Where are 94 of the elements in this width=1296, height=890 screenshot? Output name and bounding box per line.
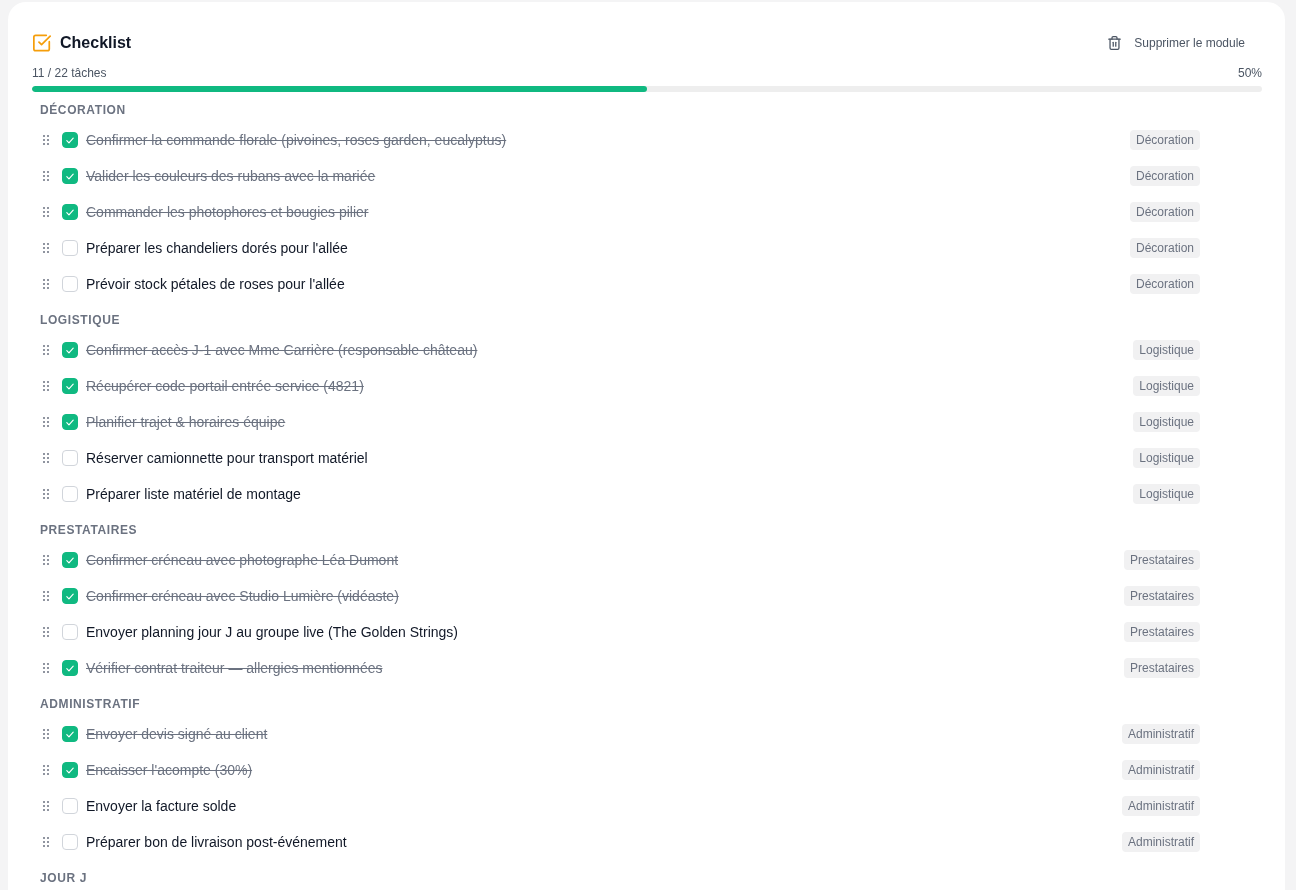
category-tag: Logistique	[1133, 412, 1200, 432]
section-heading: DÉCORATION	[39, 102, 127, 118]
category-tag: Décoration	[1129, 274, 1200, 294]
category-tag: Administratif	[1121, 760, 1200, 780]
task-checkbox[interactable]	[62, 378, 78, 394]
drag-handle-icon[interactable]	[43, 243, 49, 253]
drag-handle-icon[interactable]	[43, 135, 49, 145]
category-tag: Prestataires	[1123, 586, 1200, 606]
drag-handle-icon[interactable]	[43, 801, 49, 811]
task-checkbox[interactable]	[62, 552, 78, 568]
task-label: Réserver camionnette pour transport matériel	[86, 450, 368, 466]
category-tag: Administratif	[1121, 832, 1200, 852]
checkmark-icon	[66, 382, 74, 390]
task-checkbox[interactable]	[62, 726, 78, 742]
drag-handle-icon[interactable]	[43, 381, 49, 391]
drag-handle-icon[interactable]	[43, 207, 49, 217]
task-label: Planifier trajet & horaires équipe	[86, 414, 286, 430]
task-label: Préparer liste matériel de montage	[86, 486, 301, 502]
category-tag: Décoration	[1129, 202, 1200, 222]
category-tag: Administratif	[1121, 724, 1200, 744]
drag-handle-icon[interactable]	[43, 489, 49, 499]
drag-handle-icon[interactable]	[43, 729, 49, 739]
task-checkbox[interactable]	[62, 168, 78, 184]
task-checkbox[interactable]	[62, 660, 78, 676]
task-label: Confirmer la commande florale (pivoines, roses garden, eucalyptus)	[86, 132, 507, 148]
category-tag: Prestataires	[1123, 550, 1200, 570]
drag-handle-icon[interactable]	[43, 663, 49, 673]
task-count: 11 / 22 tâches	[32, 65, 107, 81]
task-checkbox[interactable]	[62, 414, 78, 430]
task-checkbox[interactable]	[62, 624, 78, 640]
category-tag: Administratif	[1121, 796, 1200, 816]
task-label: Envoyer planning jour J au groupe live (The Golden Strings)	[86, 624, 458, 640]
checkmark-icon	[66, 556, 74, 564]
category-tag: Logistique	[1133, 484, 1200, 504]
task-checkbox[interactable]	[62, 240, 78, 256]
task-checkbox[interactable]	[62, 588, 78, 604]
delete-module-button[interactable]: Supprimer le module	[1098, 31, 1262, 55]
checkmark-icon	[66, 172, 74, 180]
category-tag: Prestataires	[1123, 622, 1200, 642]
drag-handle-icon[interactable]	[43, 171, 49, 181]
section-heading: JOUR J	[39, 870, 88, 886]
checkmark-icon	[66, 766, 74, 774]
drag-handle-icon[interactable]	[43, 555, 49, 565]
checkmark-icon	[66, 664, 74, 672]
checkmark-icon	[66, 208, 74, 216]
task-checkbox[interactable]	[62, 834, 78, 850]
checkbox-square-icon	[33, 34, 51, 52]
category-tag: Décoration	[1129, 130, 1200, 150]
category-tag: Logistique	[1133, 340, 1200, 360]
progress-percent: 50%	[1237, 65, 1262, 81]
section-heading: PRESTATAIRES	[39, 522, 139, 538]
section-heading: ADMINISTRATIF	[39, 696, 142, 712]
task-label: Vérifier contrat traiteur — allergies mentionnées	[86, 660, 383, 676]
task-checkbox[interactable]	[62, 450, 78, 466]
task-label: Préparer bon de livraison post-événement	[86, 834, 347, 850]
task-label: Commander les photophores et bougies pilier	[86, 204, 369, 220]
module-title: Checklist	[60, 34, 132, 52]
task-label: Confirmer créneau avec photographe Léa Dumont	[86, 552, 399, 568]
task-label: Valider les couleurs des rubans avec la mariée	[86, 168, 376, 184]
task-label: Prévoir stock pétales de roses pour l'allée	[86, 276, 345, 292]
task-label: Préparer les chandeliers dorés pour l'allée	[86, 240, 348, 256]
task-label: Récupérer code portail entrée service (4821)	[86, 378, 364, 394]
task-checkbox[interactable]	[62, 276, 78, 292]
drag-handle-icon[interactable]	[43, 279, 49, 289]
trash-icon	[1108, 36, 1122, 50]
checkmark-icon	[66, 136, 74, 144]
task-checkbox[interactable]	[62, 762, 78, 778]
category-tag: Prestataires	[1123, 658, 1200, 678]
category-tag: Logistique	[1133, 376, 1200, 396]
task-checkbox[interactable]	[62, 798, 78, 814]
task-checkbox[interactable]	[62, 486, 78, 502]
task-label: Confirmer accès J-1 avec Mme Carrière (responsable château)	[86, 342, 478, 358]
drag-handle-icon[interactable]	[43, 417, 49, 427]
checkmark-icon	[66, 346, 74, 354]
category-tag: Logistique	[1133, 448, 1200, 468]
task-checkbox[interactable]	[62, 342, 78, 358]
task-label: Encaisser l'acompte (30%)	[86, 762, 253, 778]
checkmark-icon	[66, 418, 74, 426]
checkmark-icon	[66, 592, 74, 600]
task-checkbox[interactable]	[62, 204, 78, 220]
task-checkbox[interactable]	[62, 132, 78, 148]
drag-handle-icon[interactable]	[43, 765, 49, 775]
task-label: Envoyer la facture solde	[86, 798, 237, 814]
drag-handle-icon[interactable]	[43, 453, 49, 463]
category-tag: Décoration	[1129, 166, 1200, 186]
checkmark-icon	[66, 730, 74, 738]
drag-handle-icon[interactable]	[43, 345, 49, 355]
task-label: Envoyer devis signé au client	[86, 726, 268, 742]
drag-handle-icon[interactable]	[43, 591, 49, 601]
section-heading: LOGISTIQUE	[39, 312, 121, 328]
drag-handle-icon[interactable]	[43, 627, 49, 637]
task-label: Confirmer créneau avec Studio Lumière (vidéaste)	[86, 588, 399, 604]
drag-handle-icon[interactable]	[43, 837, 49, 847]
category-tag: Décoration	[1129, 238, 1200, 258]
